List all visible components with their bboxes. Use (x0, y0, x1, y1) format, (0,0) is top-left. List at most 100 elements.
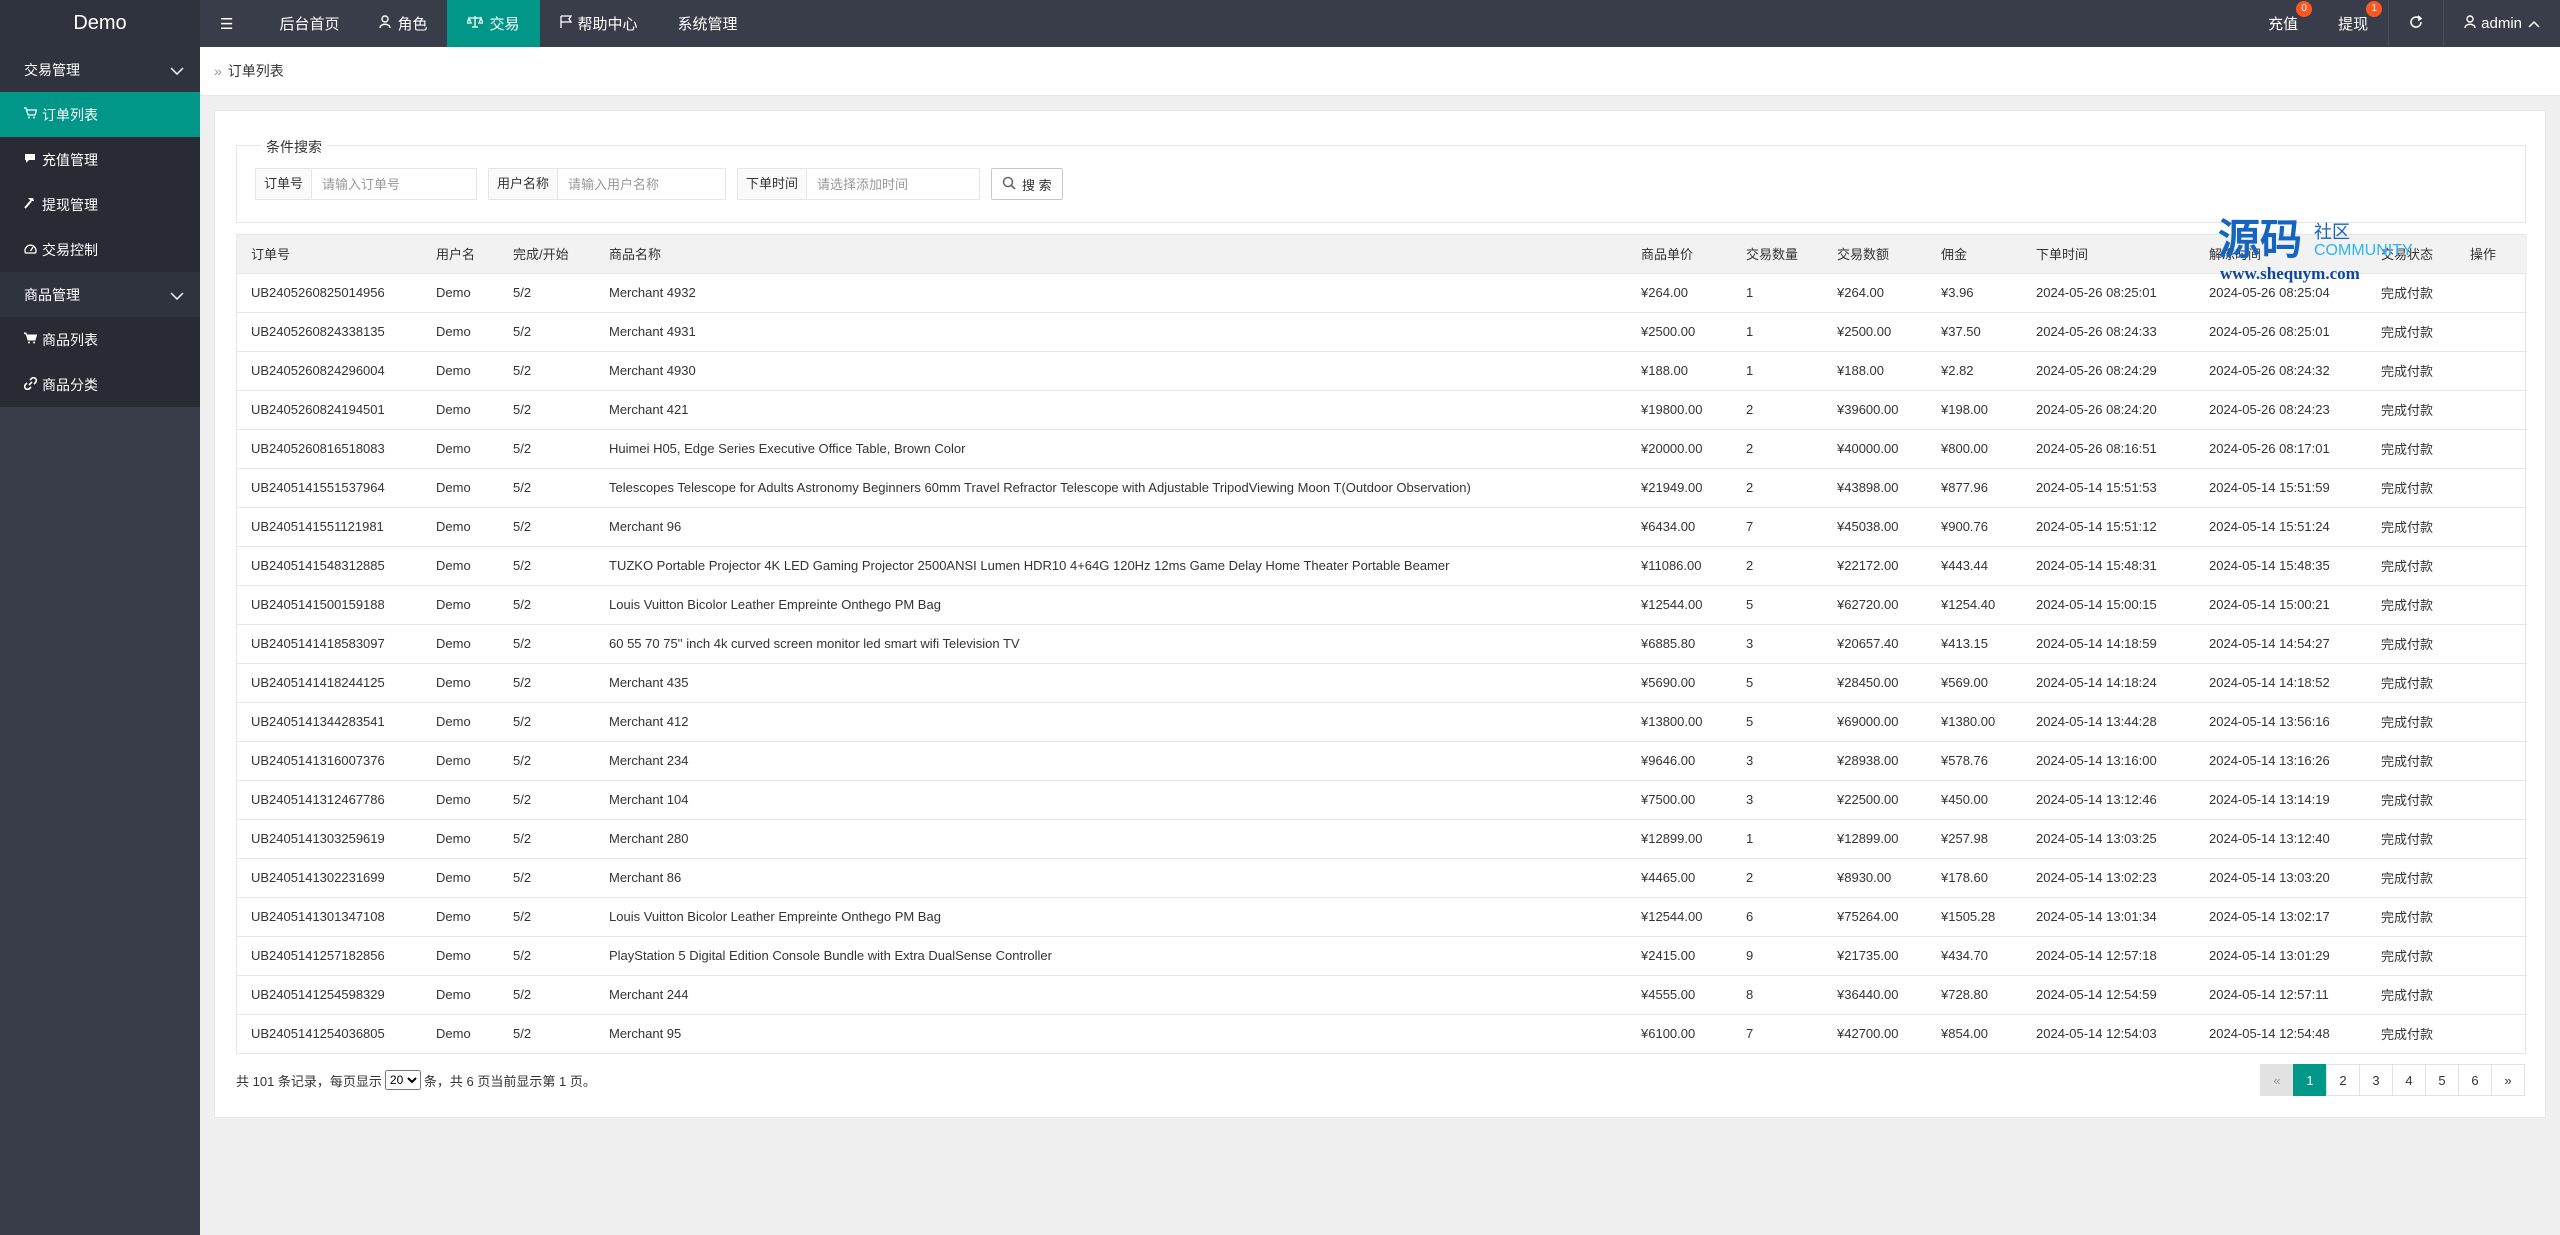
order-no-input[interactable] (312, 169, 477, 199)
sidebar-item-goods-category[interactable]: 商品分类 (0, 362, 200, 407)
topnav-help[interactable]: 帮助中心 (540, 0, 658, 47)
table-cell: UB2405141301347108 (237, 897, 422, 937)
table-cell: 完成付款 (2367, 468, 2456, 508)
table-cell: 完成付款 (2367, 702, 2456, 742)
table-cell: ¥900.76 (1927, 507, 2022, 547)
table-row[interactable]: UB2405141344283541 Demo 5/2 Merchant 412 ¥13… (237, 702, 2527, 742)
search-form: 订单号 用户名称 下单时间 搜 索 (255, 168, 1063, 200)
table-row[interactable]: UB2405141418583097 Demo 5/2 60 55 70 75'' i… (237, 624, 2527, 664)
topnav-trade[interactable]: 交易 (447, 0, 540, 47)
table-cell: Louis Vuitton Bicolor Leather Empreinte … (595, 585, 1627, 625)
table-cell: ¥3.96 (1927, 273, 2022, 313)
table-row[interactable]: UB2405141312467786 Demo 5/2 Merchant 104 ¥75… (237, 780, 2527, 820)
user-menu[interactable]: admin (2443, 0, 2560, 47)
page-button[interactable]: 2 (2326, 1064, 2360, 1096)
table-row[interactable]: UB2405141254036805 Demo 5/2 Merchant 95 ¥610… (237, 1014, 2527, 1053)
table-row[interactable]: UB2405141551121981 Demo 5/2 Merchant 96 ¥643… (237, 507, 2527, 547)
table-cell: ¥188.00 (1823, 351, 1927, 391)
table-cell: ¥12544.00 (1627, 897, 1732, 937)
table-cell: 5/2 (499, 351, 595, 391)
table-row[interactable]: UB2405141257182856 Demo 5/2 PlayStation 5 D… (237, 936, 2527, 976)
table-cell: Demo (422, 429, 499, 469)
refresh-button[interactable] (2388, 0, 2443, 47)
table-cell: 2024-05-14 14:54:27 (2195, 624, 2367, 664)
app-logo[interactable]: Demo (0, 0, 200, 47)
table-cell: 2024-05-14 12:54:03 (2036, 1026, 2157, 1042)
table-cell: ¥9646.00 (1627, 741, 1732, 781)
table-row[interactable]: UB2405141316007376 Demo 5/2 Merchant 234 ¥96… (237, 741, 2527, 781)
table-row[interactable]: UB2405141551537964 Demo 5/2 Telescopes Tele… (237, 468, 2527, 508)
table-row[interactable]: UB2405260816518083 Demo 5/2 Huimei H05, Edg… (237, 429, 2527, 469)
table-cell: 2024-05-14 14:18:24 (2022, 663, 2195, 703)
table-cell: 完成付款 (2367, 585, 2456, 625)
table-cell: Louis Vuitton Bicolor Leather Empreinte … (595, 897, 1627, 937)
table-cell: 2024-05-26 08:25:04 (2195, 273, 2367, 313)
prev-page-button[interactable]: « (2260, 1064, 2294, 1096)
table-row[interactable]: UB2405141302231699 Demo 5/2 Merchant 86 ¥446… (237, 858, 2527, 898)
table-cell: 5 (1732, 663, 1823, 703)
withdraw-button[interactable]: 提现 1 (2318, 0, 2388, 47)
sidebar-item-order-list[interactable]: 订单列表 (0, 92, 200, 137)
table-row[interactable]: UB2405260824296004 Demo 5/2 Merchant 4930 ¥1… (237, 351, 2527, 391)
table-cell: ¥45038.00 (1823, 507, 1927, 547)
table-row[interactable]: UB2405260824194501 Demo 5/2 Merchant 421 ¥19… (237, 390, 2527, 430)
table-cell: 2024-05-14 13:02:17 (2195, 897, 2367, 937)
topnav-role[interactable]: 角色 (359, 0, 447, 47)
table-cell: UB2405260825014956 (237, 273, 422, 313)
table-cell: UB2405141548312885 (237, 546, 422, 586)
table-cell (2456, 702, 2527, 742)
table-cell: UB2405260824338135 (237, 312, 422, 352)
table-cell: ¥1505.28 (1927, 897, 2022, 937)
order-table: 订单号 用户名 完成/开始 商品名称 商品单价 交易数量 交易数额 佣金 下单时间 解冻时间 交易状… (237, 235, 2527, 1053)
sidebar-group-trade[interactable]: 交易管理 (0, 47, 200, 92)
table-cell: Merchant 435 (595, 663, 1627, 703)
table-row[interactable]: UB2405260825014956 Demo 5/2 Merchant 4932 ¥2… (237, 273, 2527, 313)
page-button[interactable]: 6 (2458, 1064, 2492, 1096)
next-page-button[interactable]: » (2491, 1064, 2525, 1096)
link-icon (23, 376, 42, 393)
page-button[interactable]: 3 (2359, 1064, 2393, 1096)
table-row[interactable]: UB2405260824338135 Demo 5/2 Merchant 4931 ¥2… (237, 312, 2527, 352)
order-time-label: 下单时间 (738, 169, 808, 199)
order-time-input[interactable] (807, 169, 980, 199)
table-row[interactable]: UB2405141301347108 Demo 5/2 Louis Vuitton B… (237, 897, 2527, 937)
table-cell: ¥2.82 (1927, 351, 2022, 391)
recharge-badge: 0 (2296, 1, 2313, 17)
table-cell (2456, 780, 2527, 820)
table-cell: 7 (1746, 1026, 1754, 1042)
table-cell (2456, 741, 2527, 781)
table-cell: UB2405141316007376 (237, 741, 422, 781)
page-size-select[interactable]: 20 (384, 1070, 421, 1090)
search-legend: 条件搜索 (261, 137, 327, 157)
page-button[interactable]: 1 (2293, 1064, 2327, 1096)
table-cell: ¥42700.00 (1837, 1026, 1899, 1042)
table-cell: UB2405260824296004 (237, 351, 422, 391)
topnav-system[interactable]: 系统管理 (658, 0, 758, 47)
table-cell: Demo (422, 468, 499, 508)
table-cell: ¥264.00 (1627, 273, 1732, 313)
sidebar-item-trade-control[interactable]: 交易控制 (0, 227, 200, 272)
table-cell: 2 (1732, 546, 1823, 586)
column-header: 交易数量 (1732, 235, 1823, 274)
topnav-home[interactable]: 后台首页 (259, 0, 359, 47)
table-row[interactable]: UB2405141254598329 Demo 5/2 Merchant 244 ¥45… (237, 975, 2527, 1015)
table-row[interactable]: UB2405141303259619 Demo 5/2 Merchant 280 ¥12… (237, 819, 2527, 859)
table-cell: Demo (422, 546, 499, 586)
recharge-button[interactable]: 充值 0 (2248, 0, 2318, 47)
username-input[interactable] (558, 169, 726, 199)
column-header: 交易数额 (1823, 235, 1927, 274)
sidebar-item-recharge[interactable]: 充值管理 (0, 137, 200, 182)
sidebar-item-withdraw[interactable]: 提现管理 (0, 182, 200, 227)
menu-toggle-button[interactable]: ☰ (200, 0, 259, 47)
table-cell: UB2405141344283541 (237, 702, 422, 742)
page-button[interactable]: 5 (2425, 1064, 2459, 1096)
sidebar-group-goods[interactable]: 商品管理 (0, 272, 200, 317)
table-row[interactable]: UB2405141548312885 Demo 5/2 TUZKO Portable … (237, 546, 2527, 586)
sidebar-item-goods-list[interactable]: 商品列表 (0, 317, 200, 362)
table-row[interactable]: UB2405141500159188 Demo 5/2 Louis Vuitton B… (237, 585, 2527, 625)
table-row[interactable]: UB2405141418244125 Demo 5/2 Merchant 435 ¥56… (237, 663, 2527, 703)
table-cell: ¥20657.40 (1823, 624, 1927, 664)
table-cell: UB2405141312467786 (237, 780, 422, 820)
search-button[interactable]: 搜 索 (991, 168, 1063, 200)
page-button[interactable]: 4 (2392, 1064, 2426, 1096)
